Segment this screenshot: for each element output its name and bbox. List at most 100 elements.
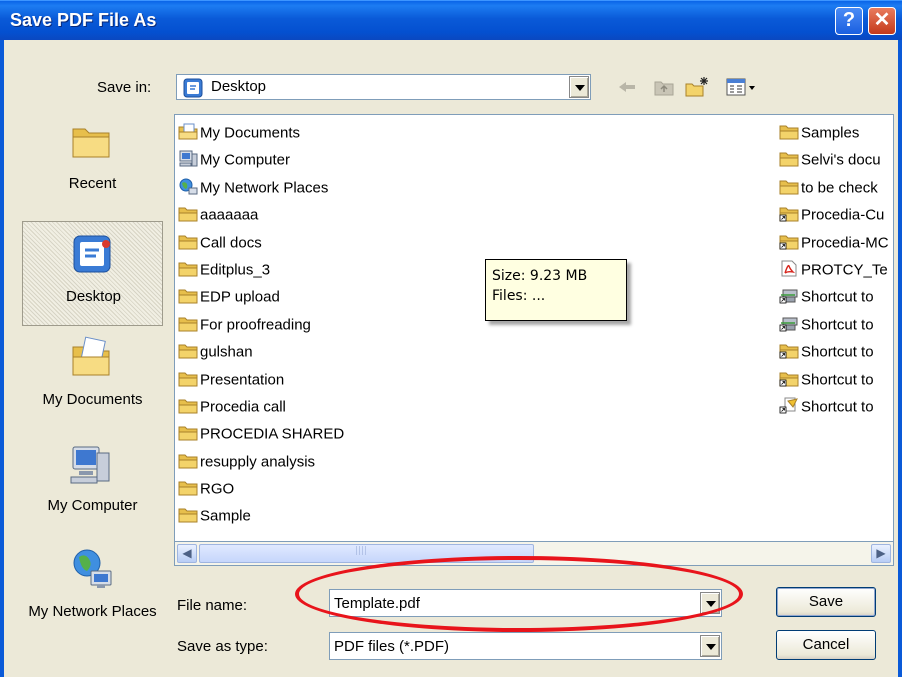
list-item[interactable]: aaaaaaa xyxy=(178,201,344,228)
file-name: For proofreading xyxy=(200,316,311,334)
list-item[interactable]: For proofreading xyxy=(178,311,344,338)
file-shortcut-icon xyxy=(779,397,798,414)
close-icon: ✕ xyxy=(873,9,891,31)
close-button[interactable]: ✕ xyxy=(868,7,896,35)
horizontal-scrollbar[interactable]: ◀ ▶ xyxy=(174,542,894,566)
folder-icon xyxy=(178,235,198,250)
scrollbar-thumb[interactable] xyxy=(199,544,534,563)
folder-icon xyxy=(178,454,198,469)
list-item[interactable]: Samples xyxy=(779,119,889,146)
network-places-icon xyxy=(73,549,112,588)
file-name: resupply analysis xyxy=(200,453,316,471)
scroll-left-icon[interactable]: ◀ xyxy=(177,544,197,563)
help-button[interactable]: ? xyxy=(835,7,863,35)
up-folder-icon[interactable] xyxy=(652,76,676,98)
file-name: Samples xyxy=(801,124,860,142)
file-name-label: File name: xyxy=(177,597,248,614)
place-my-computer[interactable]: My Computer xyxy=(22,431,163,536)
list-item[interactable]: resupply analysis xyxy=(178,448,344,475)
pdf-file-icon xyxy=(781,260,797,277)
file-name: Shortcut to xyxy=(801,398,874,416)
file-name: EDP upload xyxy=(200,288,280,306)
file-column-right: Samples Selvi's docu to be check Procedi… xyxy=(779,119,889,420)
list-item[interactable]: Shortcut to xyxy=(779,311,889,338)
help-icon: ? xyxy=(842,9,856,31)
file-name: Presentation xyxy=(200,371,285,389)
cancel-button[interactable]: Cancel xyxy=(776,630,876,660)
list-item[interactable]: RGO xyxy=(178,475,344,502)
folder-shortcut-icon xyxy=(779,207,799,222)
save-as-type-dropdown[interactable]: PDF files (*.PDF) xyxy=(329,632,722,660)
chevron-down-icon[interactable] xyxy=(700,635,720,657)
save-in-value: Desktop xyxy=(211,78,267,95)
file-name-value: Template.pdf xyxy=(334,595,420,612)
place-recent[interactable]: Recent xyxy=(22,109,163,214)
list-item[interactable]: Editplus_3 xyxy=(178,256,344,283)
folder-icon xyxy=(779,125,799,140)
place-my-documents[interactable]: My Documents xyxy=(22,325,163,430)
folder-info-tooltip: Size: 9.23 MB Files: ... xyxy=(485,259,627,321)
place-label: My Computer xyxy=(47,497,138,514)
list-item[interactable]: to be check xyxy=(779,174,889,201)
back-arrow-icon[interactable] xyxy=(615,76,639,98)
list-item[interactable]: Procedia call xyxy=(178,393,344,420)
list-item[interactable]: Procedia-Cu xyxy=(779,201,889,228)
folder-icon xyxy=(178,289,198,304)
file-name: PROCEDIA SHARED xyxy=(200,425,345,443)
list-item[interactable]: My Computer xyxy=(178,146,344,173)
file-name-input[interactable]: Template.pdf xyxy=(329,589,722,617)
file-name: Procedia call xyxy=(200,398,286,416)
file-name: Shortcut to xyxy=(801,371,874,389)
title-bar[interactable]: Save PDF File As ? ✕ xyxy=(0,0,902,40)
list-item[interactable]: Shortcut to xyxy=(779,393,889,420)
file-name: Sample xyxy=(200,508,251,525)
my-documents-icon xyxy=(178,123,198,140)
chevron-down-icon[interactable] xyxy=(700,592,720,614)
desktop-icon xyxy=(73,235,111,273)
list-item[interactable]: PROCEDIA SHARED xyxy=(178,420,344,447)
file-name: PROTCY_Te xyxy=(801,261,888,279)
file-name: Shortcut to xyxy=(801,316,874,334)
save-button[interactable]: Save xyxy=(776,587,876,617)
list-item[interactable]: Presentation xyxy=(178,366,344,393)
list-item[interactable]: My Documents xyxy=(178,119,344,146)
place-network[interactable]: My Network Places xyxy=(22,537,163,642)
list-item[interactable]: Shortcut to xyxy=(779,366,889,393)
list-item[interactable]: PROTCY_Te xyxy=(779,256,889,283)
list-item[interactable]: My Network Places xyxy=(178,174,344,201)
file-name: My Network Places xyxy=(200,179,329,197)
folder-icon xyxy=(178,481,198,496)
new-folder-icon[interactable] xyxy=(684,76,710,98)
file-name: gulshan xyxy=(200,343,253,361)
file-name: Procedia-Cu xyxy=(801,206,885,224)
list-item[interactable]: Shortcut to xyxy=(779,338,889,365)
file-list[interactable]: My Documents My Computer My Network Plac… xyxy=(174,114,894,542)
folder-icon xyxy=(178,426,198,441)
file-name: Selvi's docu xyxy=(801,151,881,169)
place-desktop[interactable]: Desktop xyxy=(22,221,163,326)
file-name: RGO xyxy=(200,480,235,498)
folder-icon xyxy=(178,372,198,387)
list-item[interactable]: gulshan xyxy=(178,338,344,365)
folder-icon xyxy=(178,207,198,222)
place-label: Desktop xyxy=(65,288,122,305)
folder-icon xyxy=(178,508,198,523)
file-name: My Computer xyxy=(200,151,291,169)
place-label: My Documents xyxy=(42,391,143,408)
list-item[interactable]: Sample xyxy=(178,502,344,529)
my-computer-icon xyxy=(179,150,198,167)
list-item[interactable]: Selvi's docu xyxy=(779,146,889,173)
list-item[interactable]: Procedia-MC xyxy=(779,229,889,256)
tooltip-size: Size: 9.23 MB xyxy=(492,268,588,284)
chevron-down-icon[interactable] xyxy=(569,76,589,98)
list-item[interactable]: Shortcut to xyxy=(779,283,889,310)
scroll-right-icon[interactable]: ▶ xyxy=(871,544,891,563)
save-as-type-label: Save as type: xyxy=(177,638,268,655)
views-menu-icon[interactable] xyxy=(725,76,759,98)
save-in-dropdown[interactable]: Desktop xyxy=(176,74,591,100)
recent-folder-icon xyxy=(72,128,110,158)
window-frame-right xyxy=(898,40,902,677)
list-item[interactable]: Call docs xyxy=(178,229,344,256)
list-item[interactable]: EDP upload xyxy=(178,283,344,310)
save-in-label: Save in: xyxy=(97,79,152,96)
